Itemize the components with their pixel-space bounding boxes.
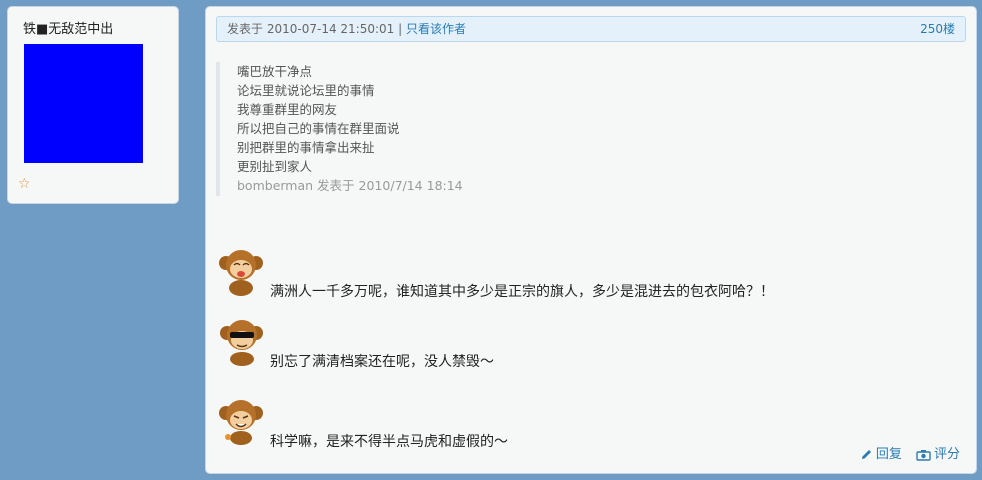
quote-author: bomberman: [237, 178, 314, 193]
header-separator: |: [398, 22, 403, 36]
posted-label: 发表于: [227, 22, 264, 36]
quote-line: 我尊重群里的网友: [237, 102, 338, 117]
floor-number[interactable]: 250楼: [920, 17, 955, 41]
quote-line: 嘴巴放干净点: [237, 64, 313, 79]
quote-line: 论坛里就说论坛里的事情: [237, 83, 375, 98]
message-text: 满洲人一千多万呢，谁知道其中多少是正宗的旗人，多少是混进去的包衣阿哈？！: [270, 284, 774, 300]
pencil-icon: [861, 450, 871, 459]
star-outline-icon[interactable]: ☆: [18, 177, 31, 191]
message-text: 科学嘛，是来不得半点马虎和虚假的～: [270, 434, 508, 450]
quote-line: 更别扯到家人: [237, 159, 313, 174]
message-text: 别忘了满清档案还在呢，没人禁毁～: [270, 354, 494, 370]
author-only-link[interactable]: 只看该作者: [406, 22, 466, 36]
quote-meta: bomberman 发表于 2010/7/14 18:14: [237, 176, 477, 195]
quote-block: 嘴巴放干净点 论坛里就说论坛里的事情 我尊重群里的网友 所以把自己的事情在群里面…: [216, 62, 477, 196]
avatar[interactable]: [24, 44, 143, 163]
post-card: 发表于 2010-07-14 21:50:01 | 只看该作者 250楼 嘴巴放…: [205, 6, 977, 474]
rate-label: 评分: [933, 447, 960, 462]
username[interactable]: 铁■无敌范中出: [23, 18, 113, 37]
quote-line: 别把群里的事情拿出来扯: [237, 140, 375, 155]
quote-posted-label: 发表于: [317, 178, 355, 193]
post-actions: 回复 评分: [850, 446, 960, 468]
monkey-giggle-icon: [219, 400, 263, 445]
reply-label: 回复: [875, 446, 902, 462]
user-card: 铁■无敌范中出 ☆: [7, 6, 179, 204]
quote-datetime: 2010/7/14 18:14: [358, 178, 463, 193]
camera-icon: [916, 450, 931, 461]
monkey-sunglasses-icon: [220, 320, 263, 366]
monkey-laugh-icon: [219, 250, 263, 296]
reply-button[interactable]: 回复: [860, 446, 902, 464]
rate-button[interactable]: 评分: [916, 446, 960, 464]
quote-line: 所以把自己的事情在群里面说: [237, 121, 400, 136]
post-header: 发表于 2010-07-14 21:50:01 | 只看该作者 250楼: [216, 16, 966, 42]
post-datetime: 2010-07-14 21:50:01: [266, 22, 395, 36]
